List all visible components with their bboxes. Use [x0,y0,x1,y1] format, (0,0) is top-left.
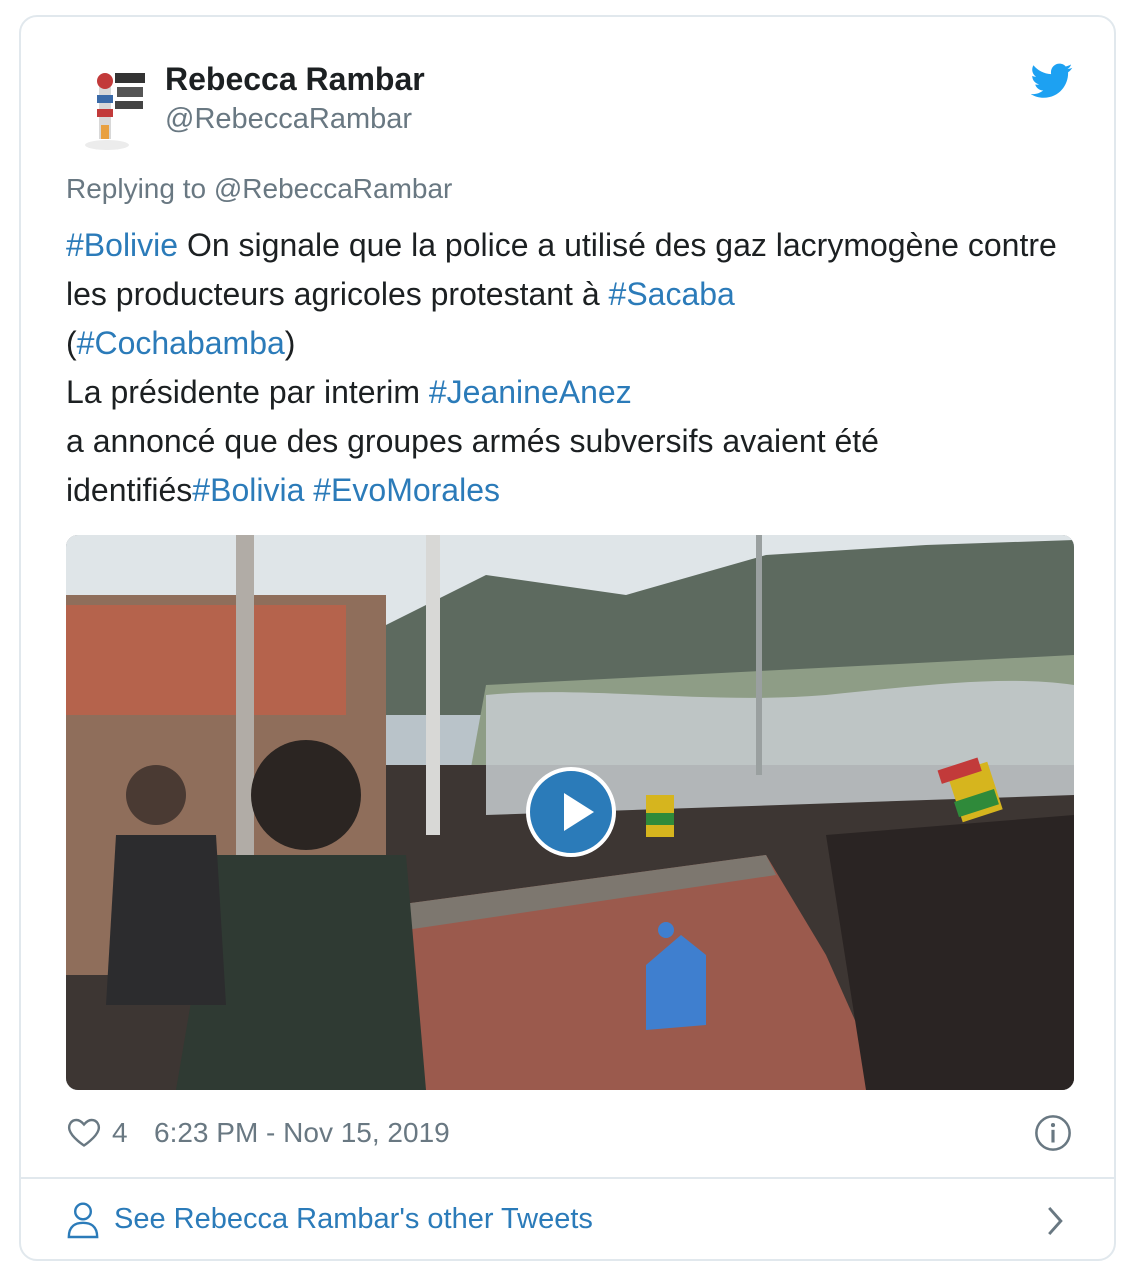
replying-to[interactable]: Replying to @RebeccaRambar [66,173,452,205]
hashtag-link[interactable]: #Bolivia [192,472,304,508]
avatar[interactable] [79,65,159,155]
heart-icon[interactable] [66,1114,102,1150]
hashtag-link[interactable]: #Cochabamba [77,325,285,361]
hashtag-link[interactable]: #Bolivie [66,227,178,263]
play-icon[interactable] [526,767,616,857]
tweet-card: Rebecca Rambar @RebeccaRambar Replying t… [19,15,1116,1261]
person-icon [66,1201,100,1239]
hashtag-link[interactable]: #Sacaba [609,276,735,312]
chevron-right-icon[interactable] [1044,1205,1066,1237]
hashtag-link[interactable]: #EvoMorales [313,472,500,508]
hashtag-link[interactable]: #JeanineAnez [429,374,632,410]
tweet-text: #Bolivie On signale que la police a util… [66,221,1076,515]
see-other-tweets-label[interactable]: See Rebecca Rambar's other Tweets [114,1203,593,1236]
info-icon[interactable] [1034,1114,1072,1152]
video-thumbnail[interactable] [66,535,1074,1090]
tweet-text-segment: ( [66,325,77,361]
tweet-text-segment [304,472,313,508]
tweet-text-segment: On signale que la police a utilisé des g… [66,227,1066,312]
see-other-tweets-link[interactable]: See Rebecca Rambar's other Tweets [66,1199,1076,1243]
author-name[interactable]: Rebecca Rambar [165,61,425,98]
like-count[interactable]: 4 [112,1117,128,1149]
tweet-footer: 4 6:23 PM - Nov 15, 2019 [66,1114,1076,1154]
twitter-bird-icon[interactable] [1030,63,1073,99]
divider [21,1177,1114,1179]
timestamp[interactable]: 6:23 PM - Nov 15, 2019 [154,1117,450,1149]
author-handle[interactable]: @RebeccaRambar [165,103,412,136]
